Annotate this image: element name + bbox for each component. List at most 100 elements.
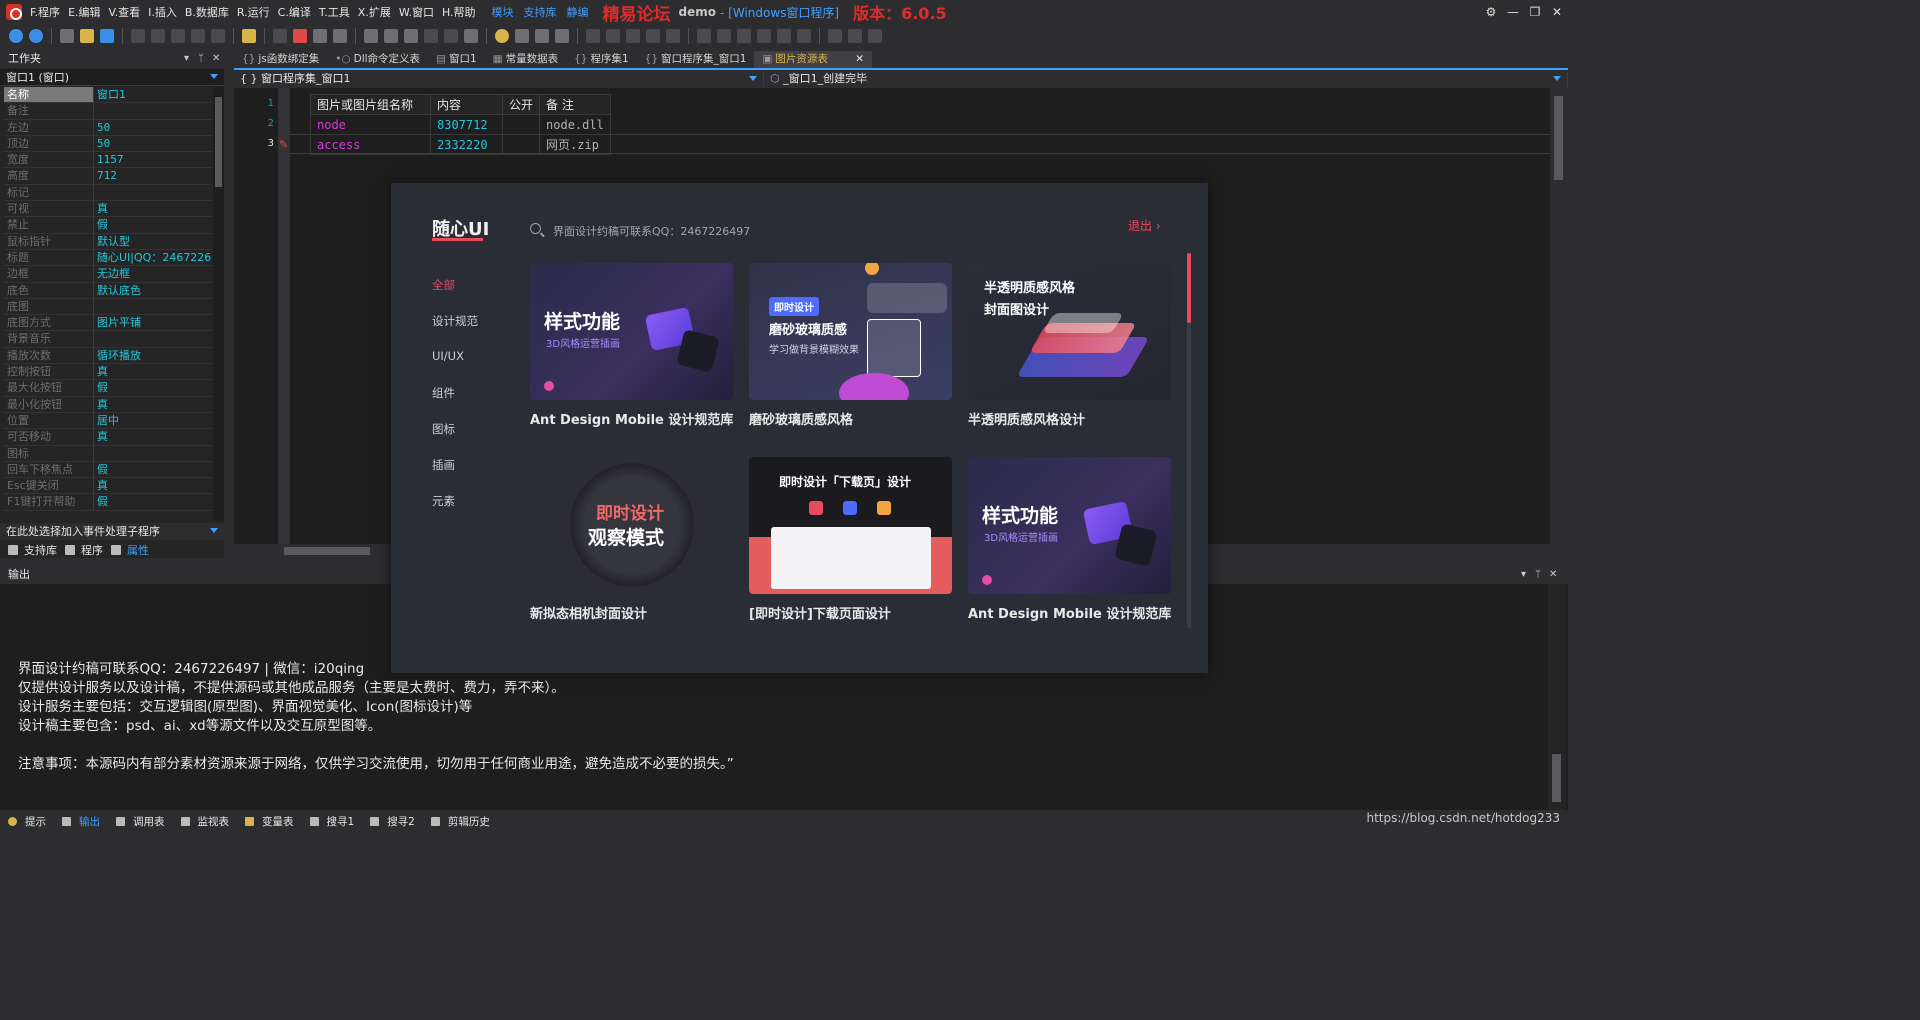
- property-row[interactable]: 顶边 50: [4, 135, 212, 153]
- resource-content[interactable]: 8307712: [430, 114, 503, 135]
- menu-tools[interactable]: T.工具: [319, 4, 350, 20]
- category-components[interactable]: 组件: [432, 385, 478, 421]
- event-select[interactable]: 在此处选择加入事件处理子程序: [0, 523, 224, 540]
- menu-view[interactable]: V.查看: [109, 4, 141, 20]
- pin-icon[interactable]: ᛘ: [198, 50, 204, 68]
- scrollbar-thumb[interactable]: [215, 97, 222, 187]
- property-row[interactable]: 底色 默认底色: [4, 282, 212, 299]
- property-row[interactable]: 宽度 1157: [4, 152, 212, 169]
- property-row[interactable]: 最小化按钮真: [4, 396, 212, 413]
- close-icon[interactable]: ✕: [1546, 5, 1568, 19]
- tab-watch[interactable]: 监视表: [180, 814, 229, 829]
- design-card[interactable]: 即时设计 磨砂玻璃质感 学习做背景模糊效果 磨砂玻璃质感风格: [749, 263, 952, 428]
- restart-icon[interactable]: [313, 29, 327, 43]
- category-illustration[interactable]: 插画: [432, 457, 478, 493]
- editor-tab[interactable]: ▣ 图片资源表 ✕: [754, 51, 873, 68]
- link-static-compile[interactable]: 静编: [567, 4, 589, 20]
- scrollbar-thumb[interactable]: [1552, 754, 1561, 802]
- design-card[interactable]: 样式功能 3D风格运营插画 Ant Design Mobile 设计规范库: [968, 457, 1171, 622]
- design-card[interactable]: 即时设计 观察模式 新拟态相机封面设计: [530, 457, 733, 622]
- step-into-icon[interactable]: [384, 29, 398, 43]
- preview-scrollbar[interactable]: [1187, 253, 1191, 628]
- category-all[interactable]: 全部: [432, 277, 478, 313]
- restore-icon[interactable]: ❐: [1524, 5, 1546, 19]
- menu-insert[interactable]: I.插入: [148, 4, 177, 20]
- output-scrollbar[interactable]: [1548, 584, 1566, 810]
- tool-icon[interactable]: [535, 29, 549, 43]
- design-card[interactable]: 半透明质感风格 封面图设计 半透明质感风格设计: [968, 263, 1171, 428]
- exit-button[interactable]: 退出 ›: [1128, 217, 1161, 234]
- size-icon[interactable]: [848, 29, 862, 43]
- property-row[interactable]: 回车下移焦点假: [4, 461, 212, 479]
- property-value[interactable]: 无边框: [94, 266, 212, 281]
- back-icon[interactable]: [9, 29, 23, 43]
- pin-icon[interactable]: ᛘ: [1535, 566, 1541, 584]
- property-value[interactable]: 真: [94, 201, 212, 216]
- align-center-icon[interactable]: [606, 29, 620, 43]
- property-value[interactable]: 居中: [94, 413, 212, 428]
- menu-program[interactable]: F.程序: [30, 4, 60, 20]
- property-value[interactable]: 窗口1: [94, 87, 212, 102]
- resource-name[interactable]: access: [310, 134, 431, 155]
- property-row[interactable]: 边框 无边框: [4, 266, 212, 283]
- align-right-icon[interactable]: [626, 29, 640, 43]
- tab-search1[interactable]: 搜寻1: [309, 814, 354, 829]
- property-row[interactable]: 位置 居中: [4, 412, 212, 430]
- scrollbar-thumb[interactable]: [1187, 253, 1191, 323]
- close-tab-icon[interactable]: ✕: [852, 53, 864, 65]
- property-value[interactable]: 50: [94, 136, 212, 151]
- tool-icon[interactable]: [515, 29, 529, 43]
- copy-icon[interactable]: [151, 29, 165, 43]
- property-value[interactable]: 图片平铺: [94, 315, 212, 330]
- resource-public[interactable]: [501, 134, 541, 155]
- tab-search2[interactable]: 搜寻2: [370, 814, 415, 829]
- editor-vertical-scrollbar[interactable]: [1550, 88, 1568, 558]
- tab-program[interactable]: 程序: [65, 542, 103, 558]
- property-row[interactable]: 可否移动真: [4, 429, 212, 446]
- paste-icon[interactable]: [171, 29, 185, 43]
- editor-tab[interactable]: ▤ 窗口1: [428, 51, 485, 68]
- tool-icon[interactable]: [555, 29, 569, 43]
- forward-icon[interactable]: [29, 29, 43, 43]
- property-value[interactable]: [94, 331, 212, 346]
- scrollbar-thumb[interactable]: [1554, 96, 1563, 180]
- menu-compile[interactable]: C.编译: [278, 4, 311, 20]
- tab-variables[interactable]: 变量表: [245, 814, 294, 829]
- scrollbar-thumb[interactable]: [284, 547, 370, 555]
- spacing-icon[interactable]: [777, 29, 791, 43]
- tab-properties[interactable]: 属性: [111, 542, 149, 558]
- resource-name[interactable]: node: [310, 114, 431, 135]
- property-value[interactable]: 真: [94, 429, 212, 444]
- property-row[interactable]: 标题 随心UI|QQ：2467226: [4, 249, 212, 267]
- property-row[interactable]: 禁止假: [4, 217, 212, 234]
- step-over-icon[interactable]: [364, 29, 378, 43]
- spacing-icon[interactable]: [697, 29, 711, 43]
- open-folder-icon[interactable]: [80, 29, 94, 43]
- close-panel-icon[interactable]: ✕: [212, 50, 220, 68]
- run-icon[interactable]: [273, 29, 287, 43]
- property-value[interactable]: 真: [94, 478, 212, 493]
- tab-support-library[interactable]: 支持库: [8, 542, 57, 558]
- design-card[interactable]: 样式功能 3D风格运营插画 Ant Design Mobile 设计规范库: [530, 263, 733, 428]
- align-top-icon[interactable]: [646, 29, 660, 43]
- property-value[interactable]: [94, 185, 212, 200]
- align-left-icon[interactable]: [586, 29, 600, 43]
- property-value[interactable]: 假: [94, 217, 212, 232]
- compile-icon[interactable]: [333, 29, 347, 43]
- editor-tab[interactable]: {} 程序集1: [566, 51, 637, 68]
- property-value[interactable]: [94, 446, 212, 461]
- property-row[interactable]: 底图: [4, 298, 212, 316]
- spacing-icon[interactable]: [737, 29, 751, 43]
- redo-icon[interactable]: [191, 29, 205, 43]
- category-icons[interactable]: 图标: [432, 421, 478, 457]
- close-panel-icon[interactable]: ✕: [1549, 566, 1557, 584]
- property-value[interactable]: 假: [94, 494, 212, 509]
- property-value[interactable]: 真: [94, 397, 212, 412]
- property-value[interactable]: 默认型: [94, 234, 212, 249]
- property-value[interactable]: 随心UI|QQ：2467226: [94, 250, 212, 265]
- property-row[interactable]: 鼠标指针 默认型: [4, 233, 212, 250]
- bulb-icon[interactable]: [495, 29, 509, 43]
- new-file-icon[interactable]: [60, 29, 74, 43]
- cut-icon[interactable]: [131, 29, 145, 43]
- assembly-select[interactable]: { } 窗口程序集_窗口1: [234, 71, 764, 87]
